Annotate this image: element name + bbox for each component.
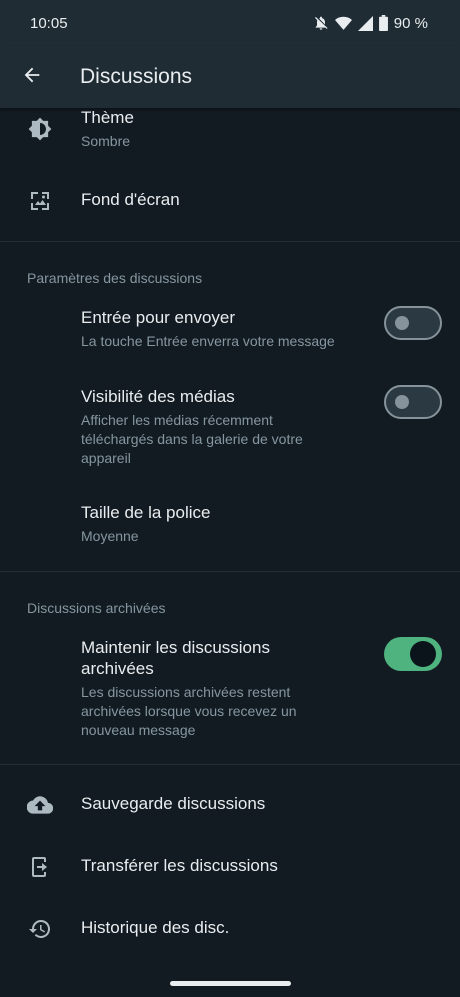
media-visibility-subtitle-3: appareil [81, 450, 131, 466]
wifi-icon [334, 16, 352, 31]
font-size-title: Taille de la police [81, 503, 211, 522]
toggle-knob [395, 395, 409, 409]
keep-archived-subtitle-1: Les discussions archivées restent [81, 684, 291, 700]
media-visibility-title: Visibilité des médias [81, 387, 235, 406]
brightness-icon [26, 115, 54, 143]
enter-send-subtitle: La touche Entrée enverra votre message [81, 333, 335, 349]
home-indicator[interactable] [170, 981, 291, 986]
media-visibility-toggle[interactable] [384, 385, 442, 419]
media-visibility-subtitle-1: Afficher les médias récemment [81, 412, 273, 428]
back-button[interactable] [0, 46, 64, 108]
keep-archived-title-2: archivées [81, 659, 154, 678]
status-time: 10:05 [30, 14, 68, 32]
transfer-chats-item[interactable]: Transférer les discussions [0, 836, 460, 898]
status-icons: 90 % [313, 15, 428, 32]
transfer-chats-label: Transférer les discussions [81, 856, 278, 875]
signal-icon [357, 15, 373, 31]
wallpaper-icon [26, 187, 54, 215]
chat-history-label: Historique des disc. [81, 918, 230, 937]
divider [0, 764, 460, 765]
keep-archived-title-1: Maintenir les discussions [81, 638, 270, 657]
divider [0, 241, 460, 242]
battery-icon [378, 15, 388, 31]
phone-transfer-icon [26, 853, 54, 881]
media-visibility-setting[interactable]: Visibilité des médias Afficher les média… [0, 376, 460, 476]
wallpaper-setting[interactable]: Fond d'écran [0, 170, 460, 232]
chat-history-item[interactable]: Historique des disc. [0, 898, 460, 960]
enter-send-toggle[interactable] [384, 306, 442, 340]
history-icon [26, 915, 54, 943]
theme-value: Sombre [81, 133, 131, 149]
bell-off-icon [313, 15, 329, 31]
section-archived: Discussions archivées [27, 600, 166, 616]
wallpaper-title: Fond d'écran [81, 190, 180, 209]
theme-setting[interactable]: Thème Sombre [0, 108, 460, 158]
toggle-knob [395, 316, 409, 330]
arrow-back-icon [21, 64, 43, 91]
navigation-bar [0, 969, 460, 997]
status-bar: 10:05 90 % [0, 0, 460, 46]
font-size-setting[interactable]: Taille de la police Moyenne [0, 493, 460, 553]
font-size-value: Moyenne [81, 528, 139, 544]
cloud-upload-icon [26, 791, 54, 819]
section-chat-settings: Paramètres des discussions [27, 270, 203, 286]
enter-to-send-setting[interactable]: Entrée pour envoyer La touche Entrée env… [0, 298, 460, 358]
keep-archived-toggle[interactable] [384, 637, 442, 671]
keep-archived-setting[interactable]: Maintenir les discussions archivées Les … [0, 628, 460, 748]
chat-backup-item[interactable]: Sauvegarde discussions [0, 774, 460, 836]
divider [0, 571, 460, 572]
page-title: Discussions [80, 65, 193, 88]
theme-title: Thème [81, 108, 134, 127]
keep-archived-subtitle-3: nouveau message [81, 722, 196, 738]
enter-send-title: Entrée pour envoyer [81, 308, 236, 327]
keep-archived-subtitle-2: archivées lorsque vous recevez un [81, 703, 297, 719]
chat-backup-label: Sauvegarde discussions [81, 794, 266, 813]
toggle-knob [410, 641, 436, 667]
media-visibility-subtitle-2: téléchargés dans la galerie de votre [81, 431, 303, 447]
battery-percent: 90 % [393, 14, 428, 32]
app-bar: Discussions [0, 46, 460, 108]
